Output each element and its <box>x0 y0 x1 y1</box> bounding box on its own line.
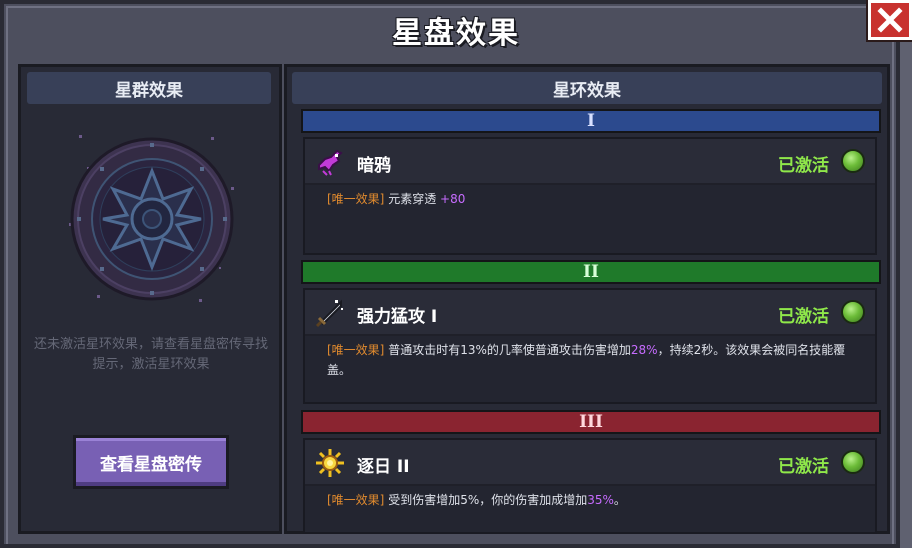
effect-description: [唯一效果] 元素穿透 +80 <box>327 189 857 209</box>
active-gem-icon <box>841 450 865 474</box>
desc-highlight: +80 <box>440 192 466 206</box>
skill-name: 逐日 II <box>357 457 410 477</box>
skill-name: 强力猛攻 I <box>357 307 438 327</box>
effect-description: [唯一效果] 普通攻击时有13%的几率使普通攻击伤害增加28%，持续2秒。该效果… <box>327 340 857 380</box>
effect-card: 逐日 II 已激活 [唯一效果] 受到伤害增加5%，你的伤害加成增加35%。 <box>303 438 877 534</box>
active-gem-icon <box>841 149 865 173</box>
tier-bar-1: I <box>301 109 881 133</box>
desc-text: 普通攻击时有13%的几率使普通攻击伤害增加 <box>388 343 631 357</box>
desc-highlight: 28% <box>630 343 658 357</box>
hint-text: 还未激活星环效果，请查看星盘密传寻找提示，激活星环效果 <box>33 337 268 372</box>
effect-card-header: 逐日 II 已激活 <box>305 440 875 486</box>
purple-crow-icon <box>318 149 343 176</box>
constellation-panel: 星群效果 还未激活星环效果，请查看星盘密传寻找提示，激活星环效果 查看星盘密传 <box>18 64 282 534</box>
desc-text-end: 。 <box>613 493 626 507</box>
status-label: 已激活 <box>778 457 829 477</box>
tier-bar-2: II <box>301 260 881 284</box>
unique-effect-tag: [唯一效果] <box>327 192 385 206</box>
sun-icon <box>316 449 344 477</box>
sword-icon <box>315 299 343 328</box>
close-icon <box>877 7 903 33</box>
constellation-header: 星群效果 <box>27 72 271 104</box>
skill-name: 暗鸦 <box>357 156 391 176</box>
desc-text: 受到伤害增加5%，你的伤害加成增加 <box>388 493 588 507</box>
status-label: 已激活 <box>778 307 829 327</box>
close-button[interactable] <box>868 0 912 40</box>
desc-text: 元素穿透 <box>388 192 441 206</box>
unique-effect-tag: [唯一效果] <box>327 343 385 357</box>
active-gem-icon <box>841 300 865 324</box>
view-star-secret-button[interactable]: 查看星盘密传 <box>73 435 229 489</box>
effect-description: [唯一效果] 受到伤害增加5%，你的伤害加成增加35%。 <box>327 490 857 510</box>
star-disc-icon <box>69 135 234 302</box>
star-ring-header: 星环效果 <box>292 72 882 104</box>
effect-card: 强力猛攻 I 已激活 [唯一效果] 普通攻击时有13%的几率使普通攻击伤害增加2… <box>303 288 877 404</box>
unique-effect-tag: [唯一效果] <box>327 493 385 507</box>
effect-card-header: 强力猛攻 I 已激活 <box>305 290 875 336</box>
star-ring-panel: 星环效果 I 暗鸦 已激活 [唯一效果] 元素穿透 +80 II 强力猛攻 I … <box>284 64 890 534</box>
effect-card: 暗鸦 已激活 [唯一效果] 元素穿透 +80 <box>303 137 877 255</box>
tier-bar-3: III <box>301 410 881 434</box>
status-label: 已激活 <box>778 156 829 176</box>
dialog-title: 星盘效果 <box>392 16 520 51</box>
desc-highlight: 35% <box>587 493 614 507</box>
effect-card-header: 暗鸦 已激活 <box>305 139 875 185</box>
